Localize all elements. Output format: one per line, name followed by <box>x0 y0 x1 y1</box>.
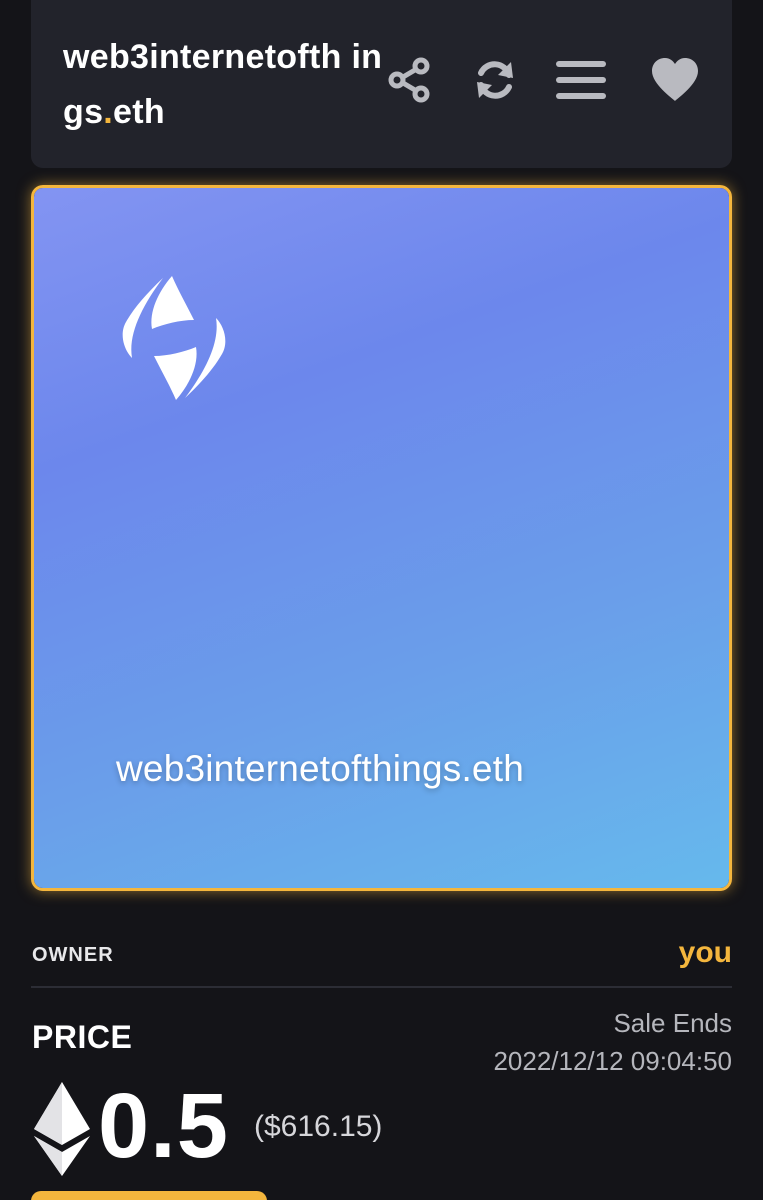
action-button[interactable] <box>31 1191 267 1200</box>
price-amount: 0.5 <box>98 1075 229 1177</box>
nft-detail-page: web3internetofth ings.eth web3internetof… <box>0 0 763 1200</box>
header-card: web3internetofth ings.eth <box>31 0 732 168</box>
menu-icon <box>556 61 606 99</box>
price-label: PRICE <box>32 1019 133 1055</box>
heart-icon <box>652 58 698 101</box>
title-tld: eth <box>113 93 165 131</box>
owner-label: OWNER <box>32 944 114 966</box>
sale-ends-date: 2022/12/12 09:04:50 <box>493 1046 732 1076</box>
refresh-icon <box>477 61 513 99</box>
title-dot: . <box>103 93 114 131</box>
page-title: web3internetofth ings.eth <box>63 30 393 140</box>
owner-value[interactable]: you <box>679 936 732 970</box>
menu-button[interactable] <box>553 52 609 108</box>
refresh-button[interactable] <box>467 52 523 108</box>
price-usd: ($616.15) <box>254 1110 383 1143</box>
artwork-name: web3internetofthings.eth <box>116 748 524 789</box>
favorite-button[interactable] <box>647 52 703 108</box>
ethereum-icon <box>34 1082 90 1176</box>
share-button[interactable] <box>381 52 437 108</box>
nft-artwork: web3internetofthings.eth <box>34 188 729 888</box>
divider <box>31 986 732 988</box>
nft-artwork-frame[interactable]: web3internetofthings.eth <box>31 185 732 891</box>
sale-ends-label: Sale Ends <box>613 1008 732 1038</box>
share-icon <box>388 57 430 103</box>
ens-logo-icon <box>122 276 226 400</box>
